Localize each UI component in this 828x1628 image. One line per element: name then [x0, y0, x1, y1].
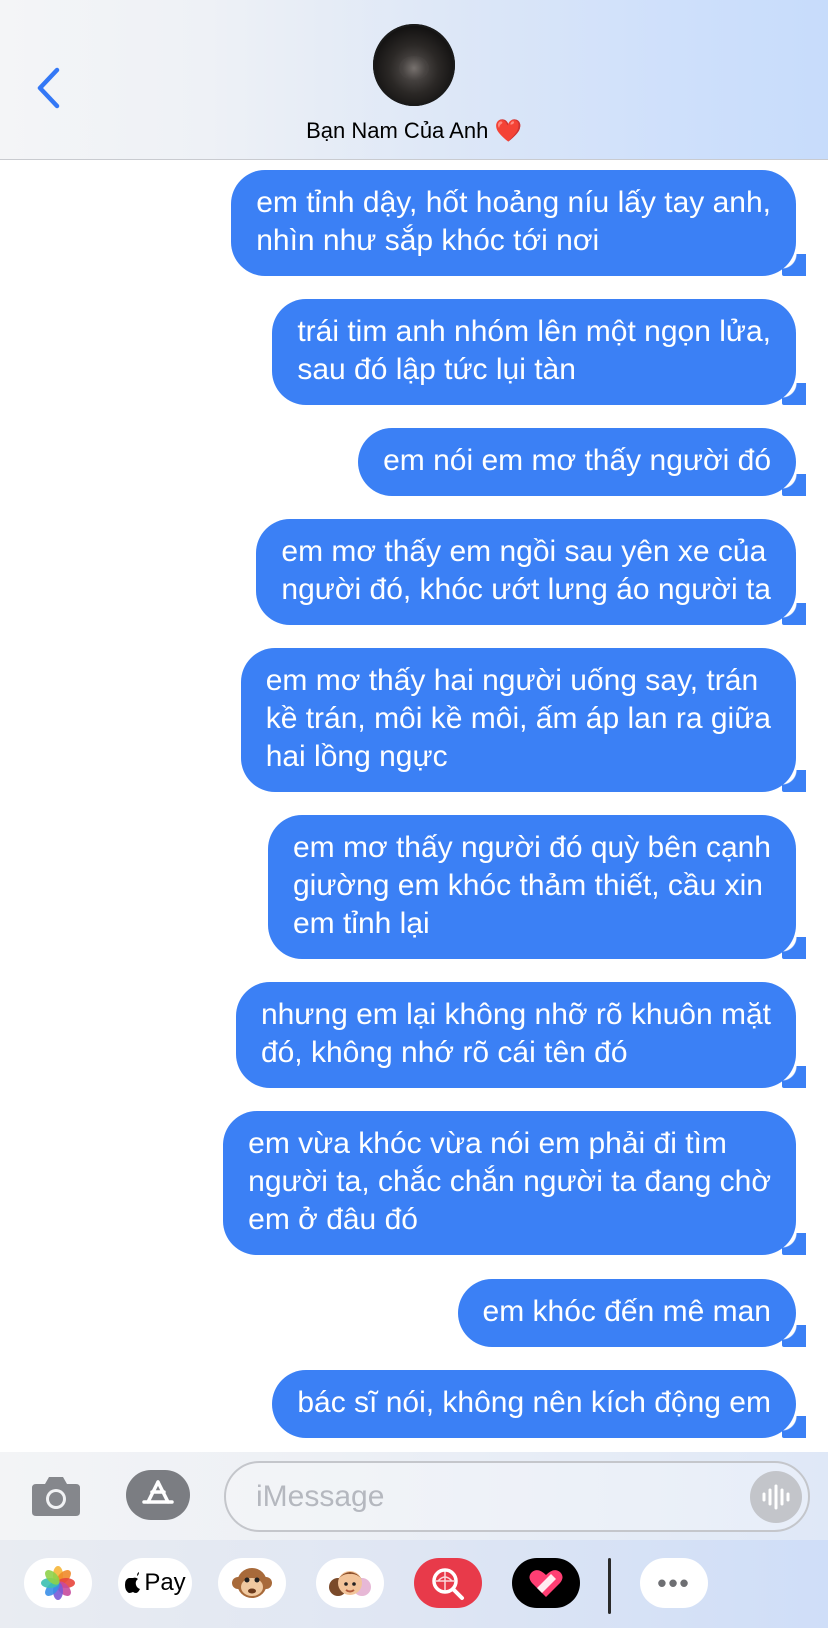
memoji-button[interactable]	[316, 1558, 384, 1608]
app-drawer: Pay •••	[0, 1540, 828, 1628]
app-store-icon	[142, 1480, 174, 1504]
camera-icon	[32, 1477, 80, 1516]
message-bubble[interactable]: em mơ thấy em ngồi sau yên xe của người …	[256, 519, 806, 625]
back-chevron-icon	[37, 67, 60, 109]
messages-app: Bạn Nam Của Anh ❤️ em tỉnh dậy, hốt hoản…	[0, 0, 828, 1628]
search-images-icon	[432, 1568, 464, 1600]
message-bubble[interactable]: em tỉnh dậy, hốt hoảng níu lấy tay anh, …	[231, 170, 806, 276]
apple-pay-label: Pay	[144, 1569, 186, 1596]
apple-pay-icon	[125, 1572, 141, 1593]
message-bubble[interactable]: trái tim anh nhóm lên một ngọn lửa, sau …	[272, 299, 806, 405]
heart-icon: ❤️	[494, 118, 522, 143]
message-bubble[interactable]: nhưng em lại không nhỡ rõ khuôn mặt đó, …	[235, 982, 807, 1088]
memoji-icon	[329, 1571, 371, 1596]
digital-touch-icon	[529, 1570, 563, 1597]
apple-pay-button[interactable]: Pay	[118, 1558, 192, 1608]
conversation-header: Bạn Nam Của Anh ❤️	[0, 0, 828, 160]
contact-avatar[interactable]	[373, 24, 455, 106]
contact-name-text: Bạn Nam Của Anh	[306, 118, 489, 143]
camera-button[interactable]	[30, 1472, 82, 1518]
message-list: em tỉnh dậy, hốt hoảng níu lấy tay anh, …	[0, 160, 828, 1452]
voice-waveform-icon	[762, 1484, 790, 1510]
compose-bar	[0, 1452, 828, 1540]
back-button[interactable]	[28, 62, 68, 114]
more-apps-button[interactable]: •••	[640, 1558, 708, 1608]
search-images-button[interactable]	[414, 1558, 482, 1608]
message-bubble[interactable]: em mơ thấy người đó quỳ bên cạnh giường …	[267, 815, 807, 959]
photos-icon	[41, 1566, 75, 1600]
message-bubble[interactable]: bác sĩ nói, không nên kích động em	[272, 1370, 806, 1438]
message-bubble[interactable]: em vừa khóc vừa nói em phải đi tìm người…	[223, 1111, 806, 1255]
drawer-divider	[608, 1558, 611, 1614]
app-store-button[interactable]	[126, 1470, 190, 1520]
photos-app-button[interactable]	[24, 1558, 92, 1608]
digital-touch-button[interactable]	[512, 1558, 580, 1608]
message-field	[224, 1461, 810, 1532]
voice-button[interactable]	[750, 1471, 802, 1523]
message-input[interactable]	[256, 1463, 716, 1530]
message-bubble[interactable]: em nói em mơ thấy người đó	[358, 428, 806, 496]
message-bubble[interactable]: em khóc đến mê man	[457, 1279, 807, 1347]
animoji-button[interactable]	[218, 1558, 286, 1608]
message-bubble[interactable]: em mơ thấy hai người uống say, trán kề t…	[240, 648, 807, 792]
more-icon: •••	[657, 1567, 691, 1598]
animoji-monkey-icon	[232, 1568, 272, 1598]
contact-name[interactable]: Bạn Nam Của Anh ❤️	[0, 118, 828, 144]
